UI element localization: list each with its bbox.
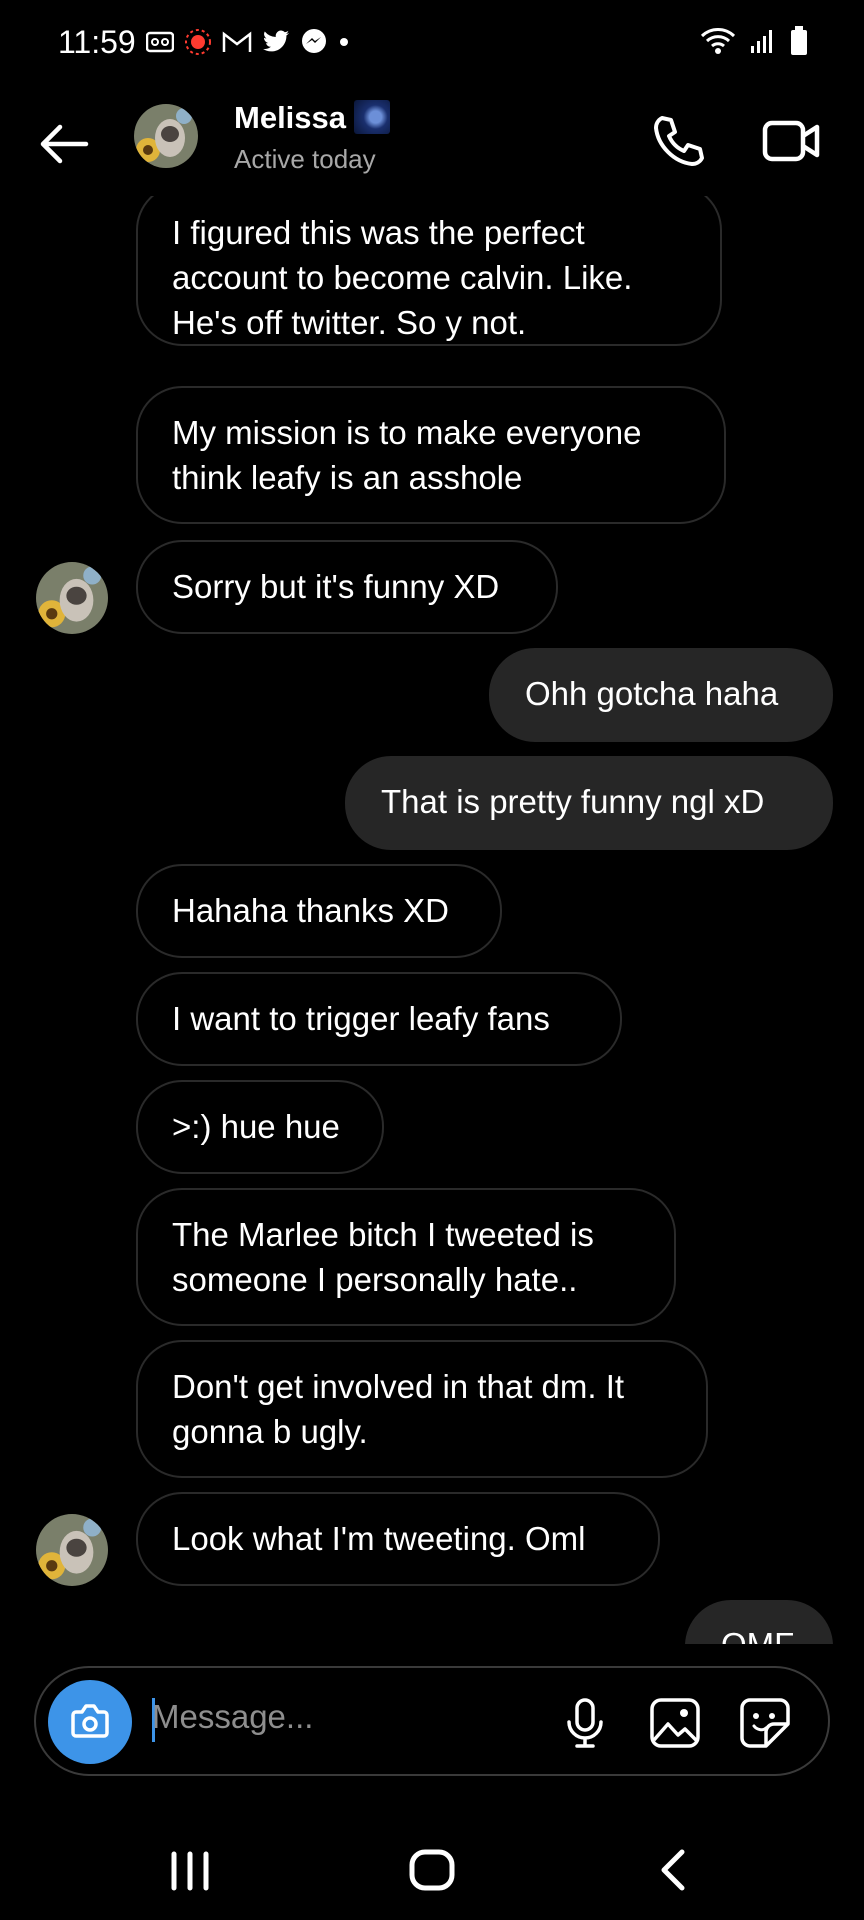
recent-apps-icon[interactable] bbox=[160, 1842, 220, 1898]
video-call-icon[interactable] bbox=[760, 110, 822, 172]
message-line: >:) hue hue bbox=[172, 1108, 340, 1145]
gallery-icon[interactable] bbox=[648, 1696, 702, 1750]
contact-avatar[interactable] bbox=[134, 104, 198, 168]
camera-icon bbox=[71, 1704, 109, 1738]
camera-button[interactable] bbox=[48, 1680, 132, 1764]
message-line: He's off twitter. So y not. bbox=[172, 304, 527, 341]
message-line: My mission is to make everyone bbox=[172, 414, 642, 451]
system-icons bbox=[700, 26, 808, 56]
message-line: think leafy is an asshole bbox=[172, 459, 523, 496]
message-bubble[interactable]: Look what I'm tweeting. Oml bbox=[136, 1492, 660, 1586]
message-bubble[interactable]: Don't get involved in that dm. It gonna … bbox=[136, 1340, 708, 1478]
message-line: someone I personally hate.. bbox=[172, 1261, 578, 1298]
message-bubble[interactable]: The Marlee bitch I tweeted is someone I … bbox=[136, 1188, 676, 1326]
microphone-icon[interactable] bbox=[558, 1696, 612, 1750]
contact-name-text: Melissa bbox=[234, 100, 347, 135]
message-input[interactable]: Message... bbox=[152, 1698, 313, 1736]
message-line: Sorry but it's funny XD bbox=[172, 568, 500, 605]
wifi-icon bbox=[700, 28, 736, 54]
twitter-icon bbox=[263, 30, 289, 52]
message-bubble-sent[interactable]: Ohh gotcha haha bbox=[489, 648, 833, 742]
active-status: Active today bbox=[234, 144, 376, 174]
notification-icons bbox=[146, 28, 350, 56]
message-bubble[interactable]: I figured this was the perfect account t… bbox=[136, 196, 722, 346]
message-bubble[interactable]: Sorry but it's funny XD bbox=[136, 540, 558, 634]
message-line: OMF bbox=[721, 1622, 797, 1644]
message-thread[interactable]: I figured this was the perfect account t… bbox=[0, 196, 864, 1644]
gmail-icon bbox=[222, 31, 252, 52]
message-bubble[interactable]: My mission is to make everyone think lea… bbox=[136, 386, 726, 524]
phone-call-icon[interactable] bbox=[648, 110, 710, 172]
voicemail-icon bbox=[146, 31, 174, 53]
message-bubble-sent[interactable]: OMF bbox=[685, 1600, 833, 1644]
dot-icon bbox=[340, 38, 348, 46]
back-nav-icon[interactable] bbox=[644, 1842, 704, 1898]
message-line: That is pretty funny ngl xD bbox=[381, 783, 765, 820]
message-line: I want to trigger leafy fans bbox=[172, 1000, 550, 1037]
sparkle-emoji-icon bbox=[354, 100, 391, 134]
status-bar: 11:59 bbox=[0, 0, 864, 88]
home-icon[interactable] bbox=[402, 1842, 462, 1898]
sender-avatar[interactable] bbox=[36, 562, 108, 634]
message-line: Don't get involved in that dm. It bbox=[172, 1368, 625, 1405]
sticker-icon[interactable] bbox=[738, 1696, 792, 1750]
sender-avatar[interactable] bbox=[36, 1514, 108, 1586]
back-arrow-icon[interactable] bbox=[34, 114, 94, 174]
message-bubble[interactable]: I want to trigger leafy fans bbox=[136, 972, 622, 1066]
message-bubble-sent[interactable]: That is pretty funny ngl xD bbox=[345, 756, 833, 850]
message-line: Look what I'm tweeting. Oml bbox=[172, 1520, 586, 1557]
message-line: Ohh gotcha haha bbox=[525, 675, 779, 712]
status-time: 11:59 bbox=[58, 24, 136, 60]
recording-icon bbox=[185, 29, 211, 55]
system-nav-bar bbox=[0, 1820, 864, 1920]
message-composer: Message... bbox=[34, 1666, 830, 1776]
message-line: Hahaha thanks XD bbox=[172, 892, 450, 929]
chat-header: Melissa Active today bbox=[0, 92, 864, 202]
battery-icon bbox=[791, 26, 807, 55]
message-bubble[interactable]: >:) hue hue bbox=[136, 1080, 384, 1174]
message-line: I figured this was the perfect bbox=[172, 214, 585, 251]
message-line: gonna b ugly. bbox=[172, 1413, 368, 1450]
signal-icon bbox=[751, 30, 772, 53]
messenger-icon bbox=[302, 29, 326, 53]
message-line: account to become calvin. Like. bbox=[172, 259, 633, 296]
message-line: The Marlee bitch I tweeted is bbox=[172, 1216, 594, 1253]
message-bubble[interactable]: Hahaha thanks XD bbox=[136, 864, 502, 958]
contact-name[interactable]: Melissa bbox=[234, 100, 391, 136]
